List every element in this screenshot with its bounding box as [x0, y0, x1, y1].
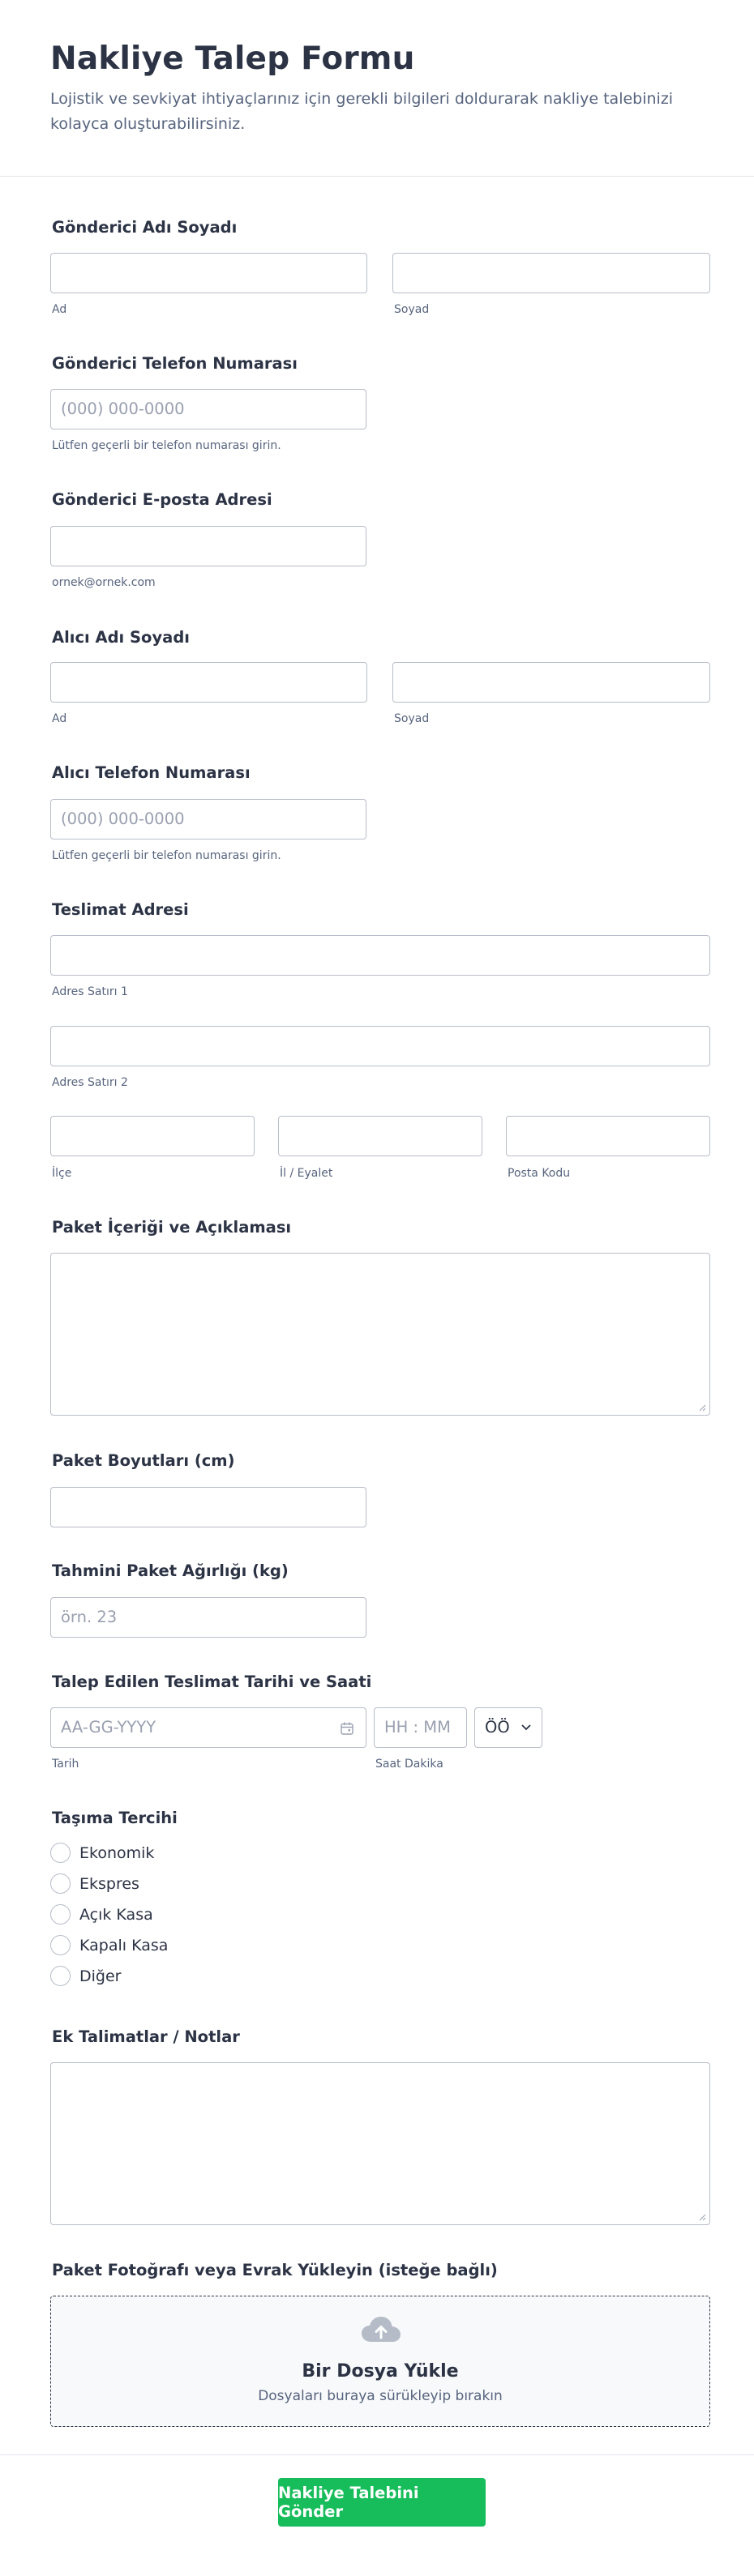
sender-phone-label: Gönderici Telefon Numarası [52, 354, 298, 373]
delivery-time-input[interactable]: HH : MM [374, 1707, 467, 1748]
package-weight-placeholder: örn. 23 [61, 1608, 118, 1626]
delivery-date-input[interactable]: AA-GG-YYYY [50, 1707, 366, 1748]
postal-code-input[interactable] [506, 1116, 710, 1156]
notes-textarea[interactable] [50, 2062, 710, 2225]
upload-title: Bir Dosya Yükle [302, 2361, 459, 2382]
cloud-upload-icon [362, 2317, 401, 2342]
package-weight-label: Tahmini Paket Ağırlığı (kg) [52, 1561, 289, 1580]
calendar-icon[interactable] [340, 1721, 354, 1736]
radio-button[interactable] [50, 1966, 71, 1986]
receiver-name-label: Alıcı Adı Soyadı [52, 628, 190, 647]
sender-email-input[interactable] [50, 526, 366, 566]
ampm-value: ÖÖ [485, 1718, 510, 1737]
radio-label: Açık Kasa [79, 1905, 153, 1924]
transport-option-ekspres[interactable]: Ekspres [50, 1873, 139, 1894]
receiver-first-name-sublabel: Ad [52, 712, 67, 725]
receiver-last-name-sublabel: Soyad [394, 712, 430, 725]
radio-button[interactable] [50, 1873, 71, 1894]
sender-name-label: Gönderici Adı Soyadı [52, 218, 238, 237]
delivery-datetime-label: Talep Edilen Teslimat Tarihi ve Saati [52, 1672, 372, 1691]
ampm-select[interactable]: ÖÖ [474, 1707, 542, 1748]
notes-label: Ek Talimatlar / Notlar [52, 2027, 240, 2046]
address-line2-input[interactable] [50, 1026, 710, 1066]
upload-subtitle: Dosyaları buraya sürükleyip bırakın [258, 2388, 503, 2404]
province-sublabel: İl / Eyalet [280, 1167, 333, 1180]
district-input[interactable] [50, 1116, 255, 1156]
receiver-phone-label: Alıcı Telefon Numarası [52, 763, 251, 782]
sender-email-hint: ornek@ornek.com [52, 576, 156, 589]
radio-label: Ekspres [79, 1874, 139, 1893]
package-dimensions-label: Paket Boyutları (cm) [52, 1451, 235, 1470]
radio-button[interactable] [50, 1843, 71, 1863]
address-label: Teslimat Adresi [52, 900, 189, 919]
receiver-first-name-input[interactable] [50, 662, 367, 703]
chevron-down-icon [521, 1724, 531, 1731]
address-line2-sublabel: Adres Satırı 2 [52, 1076, 128, 1089]
sender-last-name-sublabel: Soyad [394, 303, 430, 316]
resize-grip-icon[interactable] [698, 1403, 706, 1412]
transport-option-diger[interactable]: Diğer [50, 1966, 121, 1986]
receiver-phone-hint: Lütfen geçerli bir telefon numarası giri… [52, 849, 281, 862]
receiver-phone-placeholder: (000) 000-0000 [61, 810, 185, 828]
sender-last-name-input[interactable] [392, 253, 710, 293]
radio-label: Kapalı Kasa [79, 1936, 169, 1954]
package-content-label: Paket İçeriği ve Açıklaması [52, 1218, 292, 1237]
address-line1-input[interactable] [50, 935, 710, 976]
form-header: Nakliye Talep Formu Lojistik ve sevkiyat… [0, 0, 754, 177]
postal-code-sublabel: Posta Kodu [508, 1167, 571, 1180]
package-weight-input[interactable]: örn. 23 [50, 1597, 366, 1638]
sender-email-label: Gönderici E-posta Adresi [52, 490, 272, 509]
submit-button[interactable]: Nakliye Talebini Gönder [278, 2478, 486, 2527]
sender-phone-hint: Lütfen geçerli bir telefon numarası giri… [52, 439, 281, 452]
address-line1-sublabel: Adres Satırı 1 [52, 985, 128, 998]
transport-option-kapali-kasa[interactable]: Kapalı Kasa [50, 1935, 168, 1955]
transport-option-acik-kasa[interactable]: Açık Kasa [50, 1904, 153, 1925]
delivery-date-placeholder: AA-GG-YYYY [61, 1718, 156, 1737]
delivery-time-sublabel: Saat Dakika [375, 1758, 443, 1771]
form-footer: Nakliye Talebini Gönder [0, 2454, 754, 2576]
province-input[interactable] [278, 1116, 482, 1156]
transport-label: Taşıma Tercihi [52, 1809, 178, 1827]
resize-grip-icon[interactable] [698, 2213, 706, 2221]
receiver-phone-input[interactable]: (000) 000-0000 [50, 799, 366, 839]
form-description: Lojistik ve sevkiyat ihtiyaçlarınız için… [50, 89, 674, 134]
receiver-last-name-input[interactable] [392, 662, 710, 703]
sender-first-name-sublabel: Ad [52, 303, 67, 316]
district-sublabel: İlçe [52, 1167, 72, 1180]
form-title: Nakliye Talep Formu [50, 41, 415, 77]
package-dimensions-input[interactable] [50, 1487, 366, 1527]
upload-label: Paket Fotoğrafı veya Evrak Yükleyin (ist… [52, 2261, 498, 2279]
delivery-time-placeholder: HH : MM [384, 1718, 451, 1737]
radio-button[interactable] [50, 1935, 71, 1955]
radio-label: Ekonomik [79, 1843, 155, 1862]
sender-first-name-input[interactable] [50, 253, 367, 293]
package-content-textarea[interactable] [50, 1253, 710, 1416]
delivery-date-sublabel: Tarih [52, 1758, 79, 1771]
sender-phone-placeholder: (000) 000-0000 [61, 399, 185, 418]
transport-option-ekonomik[interactable]: Ekonomik [50, 1843, 154, 1863]
radio-label: Diğer [79, 1967, 122, 1985]
sender-phone-input[interactable]: (000) 000-0000 [50, 389, 366, 429]
radio-button[interactable] [50, 1904, 71, 1925]
file-upload-dropzone[interactable]: Bir Dosya Yükle Dosyaları buraya sürükle… [50, 2296, 710, 2427]
